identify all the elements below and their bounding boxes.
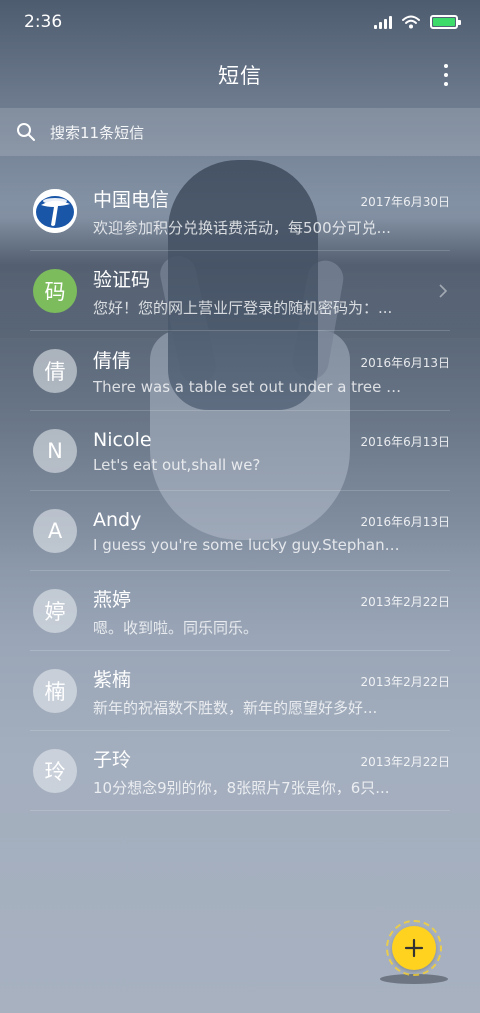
message-preview: Let's eat out,shall we?	[93, 455, 261, 474]
contact-name: 验证码	[93, 268, 151, 291]
contact-name: 倩倩	[93, 350, 132, 372]
contact-name: 子玲	[93, 748, 132, 771]
avatar: 楠	[33, 669, 77, 713]
conversation-item[interactable]: N Nicole 2016年6月13日 Let's eat out,shall …	[0, 411, 480, 491]
search-bar[interactable]: 搜索11条短信	[0, 108, 480, 156]
message-preview: 欢迎参加积分兑换话费活动，每500分可兑...	[93, 218, 391, 237]
telecom-logo-avatar	[33, 189, 77, 233]
message-preview: 嗯。收到啦。同乐同乐。	[93, 618, 259, 637]
search-icon	[17, 123, 35, 141]
status-bar: 2:36	[0, 0, 480, 44]
message-date: 2016年6月13日	[360, 514, 450, 529]
avatar: N	[33, 429, 77, 473]
avatar: 倩	[33, 349, 77, 393]
message-preview: 新年的祝福数不胜数，新年的愿望好多好...	[93, 698, 378, 717]
contact-name: Andy	[93, 508, 142, 531]
conversation-item[interactable]: 中国电信 2017年6月30日 欢迎参加积分兑换话费活动，每500分可兑...	[0, 171, 480, 251]
battery-icon	[430, 15, 461, 29]
contact-name: Nicole	[93, 428, 152, 451]
new-message-button[interactable]	[392, 926, 436, 970]
signal-icon	[374, 15, 392, 29]
status-time: 2:36	[24, 12, 63, 32]
message-preview: 您好！您的网上营业厅登录的随机密码为：...	[93, 298, 393, 317]
conversation-item[interactable]: 倩 倩倩 2016年6月13日 There was a table set ou…	[0, 331, 480, 411]
contact-name: 燕婷	[93, 588, 132, 611]
messages-app: 2:36 短信 搜索11条短信 中国电信 2017年6月30日 欢迎参加积分兑换…	[0, 0, 480, 1013]
conversation-item[interactable]: 玲 子玲 2013年2月22日 10分想念9别的你，8张照片7张是你，6只...	[0, 731, 480, 811]
message-date: 2013年2月22日	[360, 594, 450, 609]
status-icons	[374, 15, 461, 29]
new-message-fab[interactable]	[380, 920, 448, 984]
search-placeholder: 搜索11条短信	[50, 123, 145, 142]
more-vertical-icon[interactable]	[440, 64, 452, 86]
avatar: 玲	[33, 749, 77, 793]
message-date: 2017年6月30日	[360, 194, 450, 209]
page-title: 短信	[218, 64, 262, 88]
message-date: 2016年6月13日	[360, 434, 450, 449]
message-preview: There was a table set out under a tree i…	[93, 378, 403, 396]
message-preview: 10分想念9别的你，8张照片7张是你，6只...	[93, 778, 390, 797]
message-preview: I guess you're some lucky guy.Stephani..…	[93, 535, 403, 554]
conversation-item[interactable]: 码 验证码 您好！您的网上营业厅登录的随机密码为：...	[0, 251, 480, 331]
message-date: 2016年6月13日	[360, 356, 450, 370]
avatar: 码	[33, 269, 77, 313]
plus-icon	[404, 938, 424, 958]
conversation-item[interactable]: A Andy 2016年6月13日 I guess you're some lu…	[0, 491, 480, 571]
conversation-item[interactable]: 楠 紫楠 2013年2月22日 新年的祝福数不胜数，新年的愿望好多好...	[0, 651, 480, 731]
app-header: 短信	[0, 44, 480, 106]
chevron-right-icon	[439, 284, 448, 298]
avatar: A	[33, 509, 77, 553]
avatar: 婷	[33, 589, 77, 633]
message-date: 2013年2月22日	[360, 674, 450, 689]
conversation-item[interactable]: 婷 燕婷 2013年2月22日 嗯。收到啦。同乐同乐。	[0, 571, 480, 651]
message-date: 2013年2月22日	[360, 754, 450, 769]
wifi-icon	[402, 15, 420, 29]
conversation-list: 中国电信 2017年6月30日 欢迎参加积分兑换话费活动，每500分可兑... …	[0, 171, 480, 811]
contact-name: 紫楠	[93, 668, 132, 691]
contact-name: 中国电信	[93, 188, 170, 211]
